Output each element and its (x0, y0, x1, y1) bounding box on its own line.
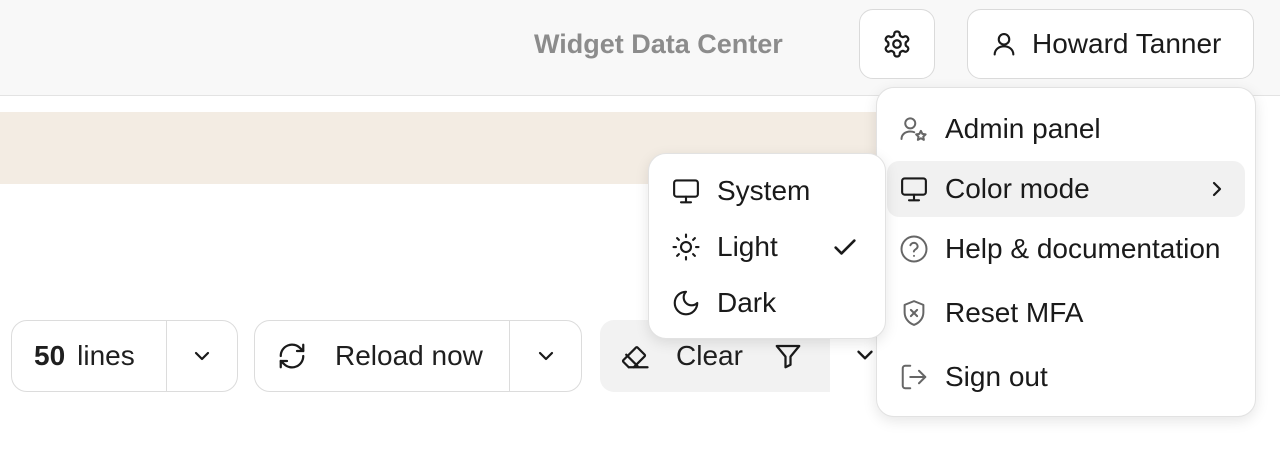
monitor-icon (899, 174, 929, 204)
refresh-icon (277, 341, 307, 371)
lines-dropdown-button[interactable] (167, 321, 237, 391)
moon-icon (671, 288, 701, 318)
lines-selector: 50 lines (11, 320, 238, 392)
top-header: Widget Data Center Howard Tanner (0, 0, 1280, 96)
sun-icon (671, 232, 701, 262)
color-mode-label: System (717, 175, 811, 206)
eraser-icon (620, 341, 650, 371)
menu-item-label: Reset MFA (945, 297, 1084, 328)
color-mode-submenu: System Light Dark (648, 153, 886, 339)
chevron-down-icon[interactable] (852, 342, 878, 368)
app-title: Widget Data Center (534, 29, 783, 59)
color-mode-label: Light (717, 231, 778, 262)
user-dropdown-menu: Admin panel Color mode Help & documentat… (876, 87, 1256, 417)
help-circle-icon (899, 234, 929, 264)
lines-label: lines (77, 340, 135, 371)
lines-count: 50 (34, 340, 66, 371)
color-mode-label: Dark (717, 287, 777, 318)
menu-item-label: Sign out (945, 361, 1048, 392)
reload-button[interactable]: Reload now (255, 321, 509, 391)
check-icon (831, 233, 859, 261)
chevron-down-icon (190, 344, 214, 368)
menu-item-label: Color mode (945, 173, 1090, 204)
color-mode-system[interactable]: System (659, 163, 875, 219)
chevron-down-icon (534, 344, 558, 368)
chevron-right-icon (1205, 177, 1229, 201)
sign-out-icon (899, 362, 929, 392)
menu-item-admin-panel[interactable]: Admin panel (887, 101, 1245, 157)
user-star-icon (899, 114, 929, 144)
menu-item-sign-out[interactable]: Sign out (887, 349, 1245, 405)
gear-icon (882, 29, 912, 59)
user-name: Howard Tanner (1032, 28, 1222, 59)
color-mode-light[interactable]: Light (659, 219, 875, 275)
clear-label: Clear (676, 340, 743, 371)
lines-display[interactable]: 50 lines (12, 321, 166, 391)
menu-item-label: Admin panel (945, 113, 1101, 144)
menu-item-label: Help & documentation (945, 233, 1221, 264)
settings-button[interactable] (859, 9, 935, 79)
shield-x-icon (899, 298, 929, 328)
menu-item-help[interactable]: Help & documentation (887, 221, 1245, 277)
menu-item-color-mode[interactable]: Color mode (887, 161, 1245, 217)
reload-control: Reload now (254, 320, 582, 392)
menu-item-reset-mfa[interactable]: Reset MFA (887, 285, 1245, 341)
monitor-icon (671, 176, 701, 206)
reload-dropdown-button[interactable] (510, 321, 581, 391)
color-mode-dark[interactable]: Dark (659, 275, 875, 331)
reload-label: Reload now (335, 340, 483, 371)
user-icon (990, 30, 1018, 58)
user-menu-button[interactable]: Howard Tanner (967, 9, 1254, 79)
filter-icon[interactable] (773, 341, 803, 371)
